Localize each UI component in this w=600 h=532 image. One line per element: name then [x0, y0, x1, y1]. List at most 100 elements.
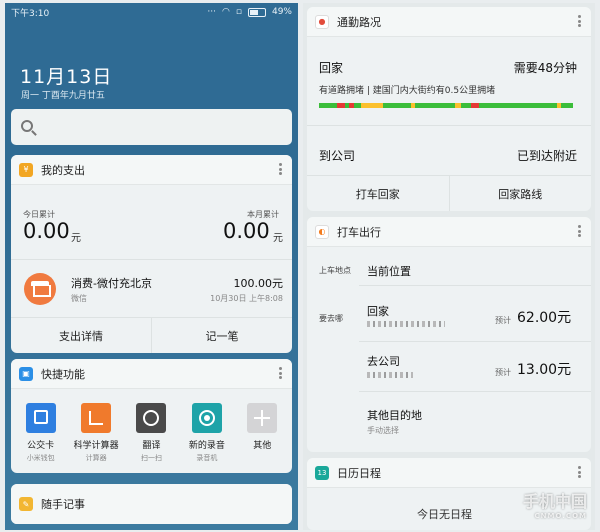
- traffic-bar: [319, 103, 573, 108]
- redacted-address: [367, 372, 413, 378]
- taxi-home-button[interactable]: 打车回家: [307, 176, 449, 211]
- more-icon[interactable]: [279, 163, 282, 175]
- didi-icon: ◐: [315, 224, 329, 239]
- pickup-value[interactable]: 当前位置: [367, 263, 411, 279]
- record-icon: [191, 403, 222, 433]
- quick-item-label: 其他: [253, 441, 272, 451]
- globe-icon: [136, 403, 167, 433]
- estimate-price: 62.00元: [517, 310, 572, 326]
- quick-features-card: ▣ 快捷功能 公交卡 小米钱包 科学计算器 计算器 翻译 扫一扫 新的录音 录音…: [11, 359, 292, 473]
- quick-item-recorder[interactable]: 新的录音 录音机: [180, 403, 234, 463]
- tx-time: 10月30日 上午8:08: [210, 294, 283, 303]
- pencil-icon: ✎: [19, 497, 33, 511]
- quick-items: 公交卡 小米钱包 科学计算器 计算器 翻译 扫一扫 新的录音 录音机 其他: [11, 403, 292, 463]
- screen-frame: 下午3:10 ··· ◠ ▫ 49% 11月13日 周一 丁酉年九月廿五 ¥ 我…: [0, 0, 600, 532]
- divider: [359, 391, 591, 392]
- congestion-info: 有道路拥堵 | 建国门内大街约有0.5公里拥堵: [319, 86, 496, 96]
- today-unit: 元: [71, 233, 81, 244]
- signal-icon: ···: [207, 7, 217, 17]
- taxi-card: ◐ 打车出行 上车地点 当前位置 要去哪 回家 预计 62.00元 去公司 预计…: [307, 217, 591, 452]
- search-bar[interactable]: [11, 109, 292, 145]
- tx-amount: 100.00元: [233, 277, 284, 290]
- bus-icon: [25, 403, 56, 433]
- quick-icon: ▣: [19, 366, 33, 381]
- spending-title: 我的支出: [41, 163, 85, 177]
- commute-title: 通勤路况: [337, 15, 381, 29]
- calendar-card-header: 13 日历日程: [307, 458, 591, 488]
- destination-name: 去公司: [367, 355, 400, 368]
- home-route-label: 回家: [319, 61, 344, 75]
- quick-item-sublabel: 小米钱包: [26, 454, 55, 462]
- month-amount: 0.00: [223, 219, 270, 243]
- date-display: 11月13日: [20, 66, 113, 88]
- memo-card-header: ✎ 随手记事: [11, 484, 292, 524]
- estimate-price: 13.00元: [517, 362, 572, 378]
- battery-level: 49%: [271, 7, 292, 17]
- quick-item-label: 科学计算器: [73, 441, 119, 451]
- other-destination: 其他目的地: [367, 409, 422, 422]
- more-icon[interactable]: [578, 15, 581, 27]
- spending-card-header: ¥ 我的支出: [11, 155, 292, 185]
- divider: [307, 125, 591, 126]
- more-icon[interactable]: [279, 367, 282, 379]
- watermark-text: 手机中国: [522, 492, 587, 511]
- commute-card: ● 通勤路况 回家 需要48分钟 有道路拥堵 | 建国门内大街约有0.5公里拥堵…: [307, 7, 591, 211]
- battery-icon: [247, 7, 266, 17]
- calendar-title: 日历日程: [337, 466, 381, 480]
- quick-title: 快捷功能: [41, 367, 85, 381]
- right-panel: ● 通勤路况 回家 需要48分钟 有道路拥堵 | 建国门内大街约有0.5公里拥堵…: [303, 3, 595, 530]
- quick-item-calculator[interactable]: 科学计算器 计算器: [69, 403, 123, 463]
- quick-item-sublabel: 计算器: [85, 454, 107, 462]
- more-icon[interactable]: [578, 225, 581, 237]
- quick-item-sublabel: 扫一扫: [140, 454, 162, 462]
- estimate-label: 预计: [495, 368, 511, 377]
- redacted-address: [367, 321, 445, 327]
- status-bar: 下午3:10 ··· ◠ ▫ 49%: [5, 3, 298, 21]
- quick-item-label: 翻译: [142, 441, 161, 451]
- pickup-label: 上车地点: [319, 266, 351, 275]
- left-panel: 下午3:10 ··· ◠ ▫ 49% 11月13日 周一 丁酉年九月廿五 ¥ 我…: [5, 3, 298, 530]
- spending-actions: 支出详情 记一笔: [11, 317, 292, 353]
- memo-card[interactable]: ✎ 随手记事: [11, 484, 292, 524]
- calendar-icon: 13: [315, 465, 329, 480]
- more-icon[interactable]: [578, 466, 581, 478]
- commute-card-header: ● 通勤路况: [307, 7, 591, 37]
- map-pin-icon: ●: [315, 14, 329, 29]
- today-amount: 0.00: [23, 219, 70, 243]
- tx-source: 微信: [71, 294, 87, 303]
- search-icon: [21, 120, 33, 132]
- spending-detail-button[interactable]: 支出详情: [11, 318, 151, 353]
- commute-actions: 打车回家 回家路线: [307, 175, 591, 211]
- yen-icon: ¥: [19, 162, 33, 177]
- calendar-empty: 今日无日程: [417, 508, 472, 521]
- memo-title: 随手记事: [41, 498, 85, 511]
- work-status: 已到达附近: [516, 149, 577, 163]
- home-eta: 需要48分钟: [513, 61, 577, 75]
- other-destination-sub: 手动选择: [367, 426, 399, 435]
- spending-card: ¥ 我的支出 今日累计 0.00 元 本月累计 0.00 元 消费-微付充北京 …: [11, 155, 292, 353]
- add-record-button[interactable]: 记一笔: [151, 318, 292, 353]
- estimate-label: 预计: [495, 316, 511, 325]
- plus-icon: [247, 403, 278, 433]
- quick-item-label: 新的录音: [188, 441, 225, 451]
- destination-name: 回家: [367, 305, 389, 318]
- quick-item-label: 公交卡: [27, 441, 55, 451]
- taxi-card-header: ◐ 打车出行: [307, 217, 591, 247]
- quick-item-translate[interactable]: 翻译 扫一扫: [124, 403, 178, 463]
- sim-icon: ▫: [235, 7, 242, 17]
- divider: [359, 285, 591, 286]
- wifi-icon: ◠: [222, 7, 230, 17]
- destination-label: 要去哪: [319, 314, 343, 323]
- quick-item-bus-card[interactable]: 公交卡 小米钱包: [14, 403, 68, 463]
- calculator-icon: [81, 403, 112, 433]
- taxi-title: 打车出行: [337, 225, 381, 239]
- quick-item-other[interactable]: 其他: [235, 403, 289, 463]
- watermark-logo: 手机中国 CNMO.COM: [523, 488, 587, 520]
- divider: [11, 259, 292, 260]
- quick-item-sublabel: 录音机: [196, 454, 218, 462]
- tx-title: 消费-微付充北京: [71, 277, 152, 290]
- divider: [359, 341, 591, 342]
- status-time: 下午3:10: [11, 8, 50, 19]
- home-route-button[interactable]: 回家路线: [448, 176, 592, 211]
- month-unit: 元: [273, 233, 283, 244]
